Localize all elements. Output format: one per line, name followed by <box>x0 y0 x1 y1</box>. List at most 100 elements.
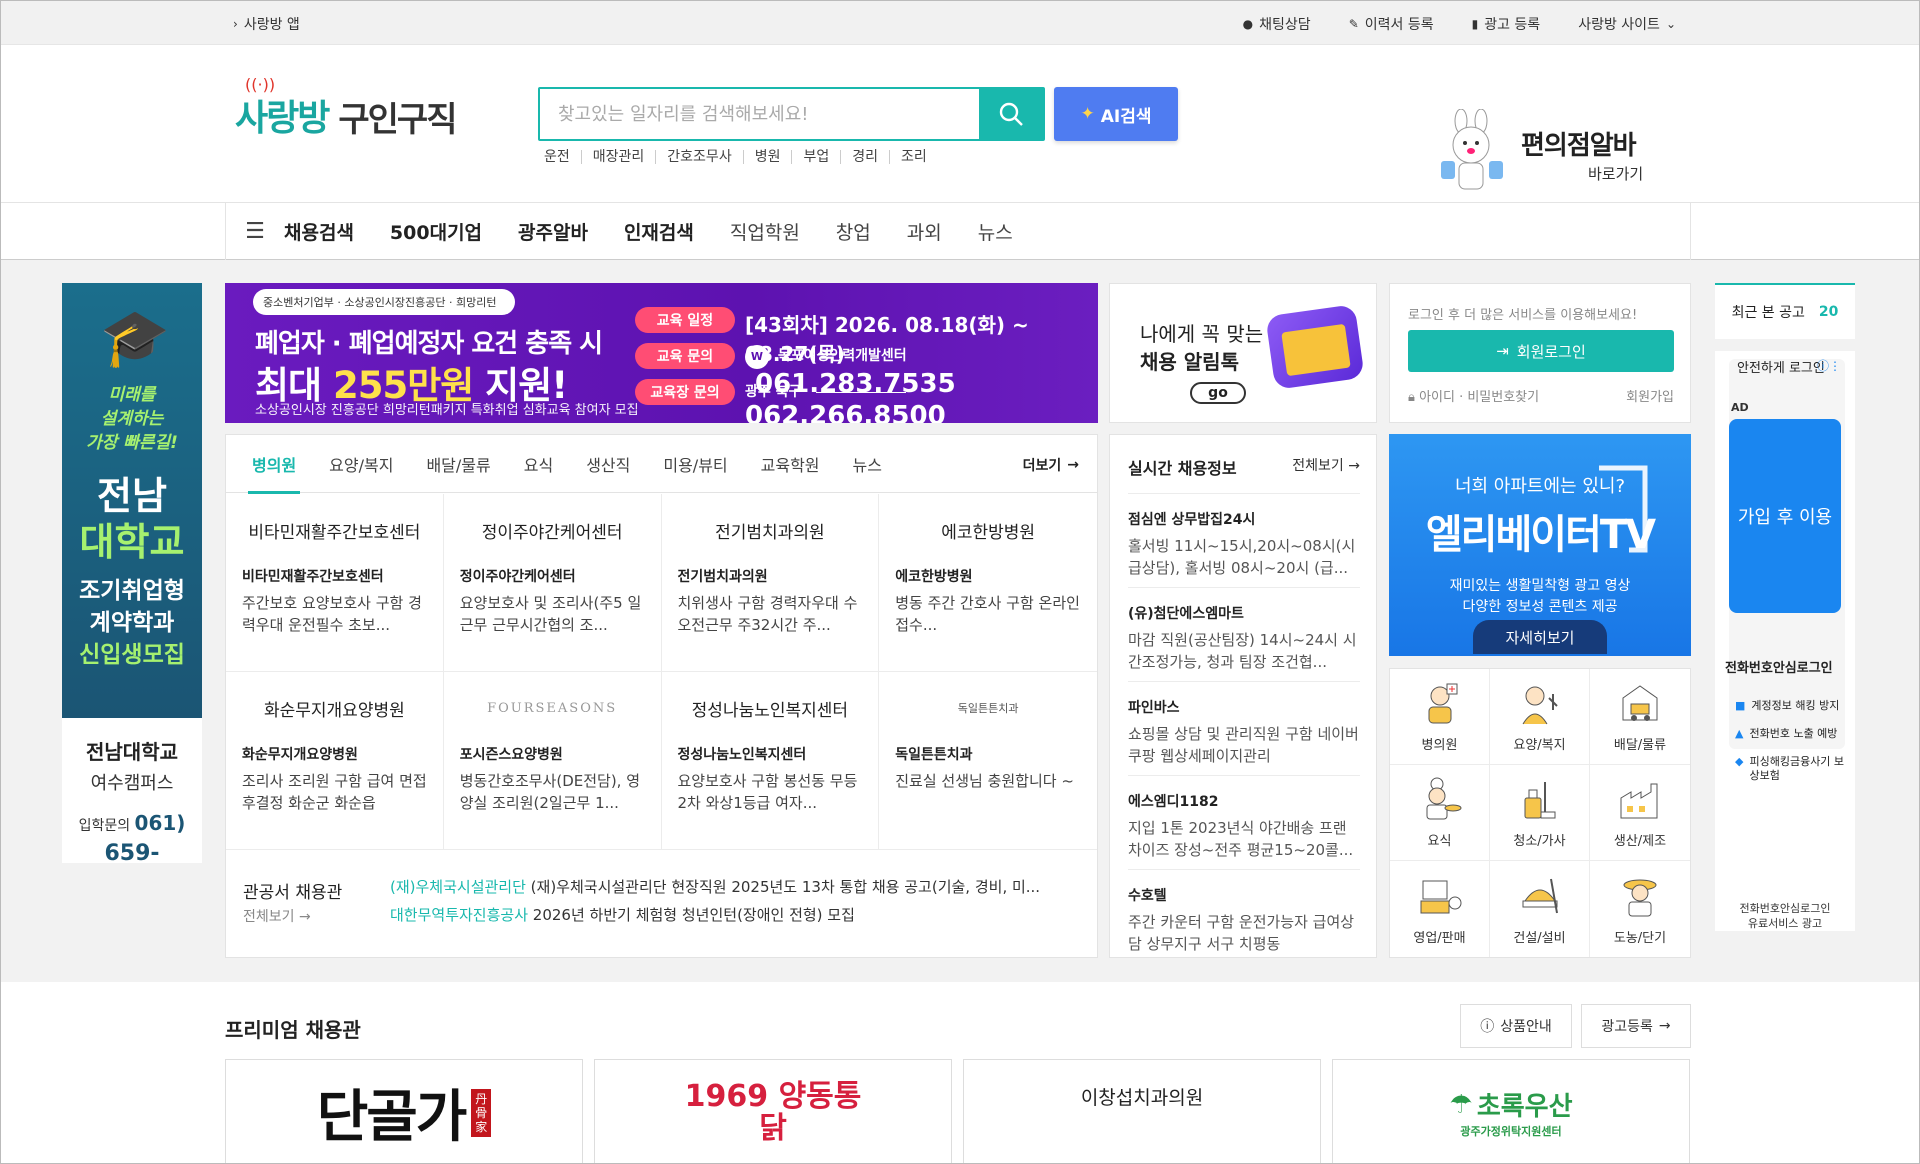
alert-talk-card[interactable]: 나에게 꼭 맞는 채용 알림톡 go <box>1109 283 1377 423</box>
sites-dropdown[interactable]: 사랑방 사이트 ⌄ <box>1578 14 1676 34</box>
pencil-icon: ✎ <box>1348 17 1359 31</box>
company-logo: 비타민재활주간보호센터 <box>248 522 421 543</box>
ad-register-button[interactable]: 광고등록 → <box>1581 1004 1691 1048</box>
tab-food[interactable]: 요식 <box>524 435 553 493</box>
keyword-link[interactable]: 조리 <box>889 150 938 164</box>
keyword-link[interactable]: 간호조무사 <box>655 150 742 164</box>
realtime-item[interactable]: (유)첨단에스엠마트 마감 직원(공산팀장) 14시~24시 시간조정가능, 청과… <box>1128 603 1360 673</box>
tab-beauty[interactable]: 미용/뷰티 <box>663 435 727 493</box>
nav-item-startup[interactable]: 창업 <box>836 218 871 245</box>
category-farming[interactable]: 도농/단기 <box>1590 861 1690 957</box>
app-link[interactable]: › 사랑방 앱 <box>233 14 300 34</box>
job-card[interactable]: 독일튼튼치과 독일튼튼치과 진료실 선생님 충원합니다 ~ <box>879 672 1097 850</box>
realtime-item[interactable]: 파인바스 쇼핑몰 상담 및 관리직원 구함 네이버 쿠팡 웹상세페이지관리 <box>1128 697 1360 767</box>
site-logo[interactable]: ((·)) 사랑방 구인구직 <box>235 75 458 141</box>
job-card[interactable]: 화순무지개요양병원 화순무지개요양병원 조리사 조리원 구함 급여 면접후결정 화순… <box>226 672 444 850</box>
phone-login-ad[interactable]: 안전하게 로그인 ⓘ⋮ AD 가입 후 이용 전화번호안심로그인 ■ 계정정보 해… <box>1715 351 1855 931</box>
hero-banner[interactable]: 중소벤처기업부 · 소상공인시장진흥공단 · 희망리턴 폐업자 · 폐업예정자 … <box>225 283 1098 423</box>
nav-item-news[interactable]: 뉴스 <box>978 218 1013 245</box>
tab-education[interactable]: 교육학원 <box>761 435 820 493</box>
ad-contact-number: 659-6894~8 <box>104 841 160 863</box>
premium-card[interactable]: 단골가 丹骨家 <box>225 1059 583 1163</box>
realtime-company: 수호텔 <box>1128 888 1167 904</box>
ai-search-button[interactable]: ✦ AI검색 <box>1054 87 1178 141</box>
gov-all-link[interactable]: 전체보기 → <box>243 906 311 926</box>
premium-card[interactable]: 이창섭치과의원 <box>963 1059 1321 1163</box>
caregiver-icon <box>1522 686 1558 725</box>
hamburger-menu-icon[interactable]: ☰ <box>226 219 284 244</box>
tab-news[interactable]: 뉴스 <box>853 435 882 493</box>
category-production[interactable]: 생산/제조 <box>1590 765 1690 861</box>
category-construction[interactable]: 건설/설비 <box>1490 861 1590 957</box>
job-card[interactable]: FOURSEASONS 포시즌스요양병원 병동간호조무사(DE전담), 영양실 조리… <box>443 672 662 850</box>
phone-ad-cta[interactable]: 가입 후 이용 <box>1729 419 1841 613</box>
realtime-all-link[interactable]: 전체보기 → <box>1292 455 1360 475</box>
realtime-item[interactable]: 점심엔 상무밥집24시 홀서빙 11시~15시,20시~08시(시급상담), 홀서… <box>1128 509 1360 579</box>
login-button[interactable]: ⇥ 회원로그인 <box>1408 330 1674 372</box>
divider <box>1128 587 1360 588</box>
premium-card-seal: 丹骨家 <box>471 1088 492 1137</box>
login-hint: 로그인 후 더 많은 서비스를 이용해보세요! <box>1408 308 1638 323</box>
alert-go-button[interactable]: go <box>1190 382 1246 404</box>
chat-link[interactable]: ● 채팅상담 <box>1243 14 1311 34</box>
keyword-link[interactable]: 경리 <box>840 150 889 164</box>
tab-care[interactable]: 요양/복지 <box>329 435 393 493</box>
alert-text: 나에게 꼭 맞는 채용 알림톡 <box>1140 320 1263 376</box>
gov-job-title: (재)우체국시설관리단 현장직원 2025년도 13차 통합 채용 공고(기술,… <box>525 878 1041 896</box>
elevator-tv-ad[interactable]: 너희 아파트에는 있니? 엘리베이터TV 재미있는 생활밀착형 광고 영상 다양… <box>1389 434 1691 656</box>
category-care[interactable]: 요양/복지 <box>1490 669 1590 765</box>
gov-jobs: 관공서 채용관 전체보기 → (재)우체국시설관리단 (재)우체국시설관리단 현… <box>226 850 1097 958</box>
ad-label: AD <box>1731 401 1749 414</box>
elev-detail-button[interactable]: 자세히보기 <box>1473 620 1607 654</box>
realtime-item[interactable]: 수호텔 주간 카운터 구함 운전가능자 급여상담 상무지구 서구 치평동 <box>1128 885 1360 955</box>
product-info-button[interactable]: ⓘ 상품안내 <box>1460 1004 1572 1048</box>
premium-card[interactable]: ☂ 초록우산 광주가정위탁지원센터 <box>1332 1059 1690 1163</box>
realtime-item[interactable]: 에스엠디1182 지입 1톤 2023년식 야간배송 프랜차이즈 장성~전주 평균… <box>1128 791 1360 861</box>
keyword-link[interactable]: 부업 <box>791 150 840 164</box>
recent-count: 20 <box>1818 304 1839 320</box>
keyword-link[interactable]: 병원 <box>742 150 792 164</box>
nav-item-tutoring[interactable]: 과외 <box>907 218 942 245</box>
ad-register-link[interactable]: ▮ 광고 등록 <box>1472 14 1541 34</box>
ad-uni-1: 전남 <box>97 474 167 518</box>
category-delivery[interactable]: 배달/물류 <box>1590 669 1690 765</box>
resume-link[interactable]: ✎ 이력서 등록 <box>1349 14 1434 34</box>
signal-icon: ((·)) <box>245 75 276 94</box>
tab-delivery[interactable]: 배달/물류 <box>426 435 490 493</box>
job-card[interactable]: 정성나눔노인복지센터 정성나눔노인복지센터 요양보호사 구함 봉선동 무등2차 와상… <box>661 672 880 850</box>
tab-production[interactable]: 생산직 <box>586 435 630 493</box>
keyword-link[interactable]: 운전 <box>544 150 581 164</box>
tab-hospital[interactable]: 병의원 <box>247 435 301 494</box>
nav-item-talent-search[interactable]: 인재검색 <box>624 218 694 245</box>
university-ad[interactable]: 🎓 미래를 설계하는 가장 빠른길! 전남 대학교 조기취업형 계약학과 신입생… <box>62 283 202 863</box>
job-card[interactable]: 비타민재활주간보호센터 비타민재활주간보호센터 주간보호 요양보호사 구함 경력우대… <box>226 494 444 672</box>
category-sales[interactable]: 영업/판매 <box>1390 861 1490 957</box>
category-cleaning[interactable]: 청소/가사 <box>1490 765 1590 861</box>
divider <box>1128 493 1360 494</box>
job-card[interactable]: 정이주야간케어센터 정이주야간케어센터 요양보호사 및 조리사(주5 일근무 근무시… <box>443 494 662 672</box>
keyword-link[interactable]: 매장관리 <box>580 150 656 164</box>
nav-item-gwangju-alba[interactable]: 광주알바 <box>518 218 588 245</box>
info-icon[interactable]: ⓘ⋮ <box>1817 357 1841 374</box>
nav-item-job-search[interactable]: 채용검색 <box>284 218 354 245</box>
ywca-icon: W <box>745 345 769 369</box>
more-link[interactable]: 더보기 → <box>1023 455 1079 475</box>
find-account-link[interactable]: 🔒︎ 아이디 · 비밀번호찾기 <box>1408 386 1539 405</box>
login-card: 로그인 후 더 많은 서비스를 이용해보세요! ⇥ 회원로그인 🔒︎ 아이디 ·… <box>1389 283 1691 423</box>
gov-job-link[interactable]: 대한무역투자진흥공사 2026년 하반기 체험형 청년인턴(장애인 전형) 모집 <box>390 904 1080 925</box>
nav-item-academy[interactable]: 직업학원 <box>730 218 800 245</box>
job-card[interactable]: 에코한방병원 에코한방병원 병동 주간 간호사 구함 온라인접수... <box>879 494 1097 672</box>
realtime-desc: 지입 1톤 2023년식 야간배송 프랜차이즈 장성~전주 평균15~20콜..… <box>1128 819 1354 859</box>
search-button[interactable] <box>979 89 1043 139</box>
recent-jobs[interactable]: 최근 본 공고 20 <box>1715 283 1855 339</box>
gov-job-link[interactable]: (재)우체국시설관리단 (재)우체국시설관리단 현장직원 2025년도 13차 … <box>390 876 1080 897</box>
category-food[interactable]: 요식 <box>1390 765 1490 861</box>
join-link[interactable]: 회원가입 <box>1626 386 1674 405</box>
category-hospital[interactable]: 병의원 <box>1390 669 1490 765</box>
premium-card[interactable]: 1969 양동통닭 <box>594 1059 952 1163</box>
nav-item-top500[interactable]: 500대기업 <box>390 218 482 245</box>
search-icon <box>999 102 1023 126</box>
job-card[interactable]: 전기범치과의원 전기범치과의원 치위생사 구함 경력자우대 수오전근무 주32시간 … <box>661 494 880 672</box>
search-input[interactable] <box>540 89 979 139</box>
convenience-store-banner[interactable]: 편의점알바 바로가기 <box>1433 109 1653 199</box>
